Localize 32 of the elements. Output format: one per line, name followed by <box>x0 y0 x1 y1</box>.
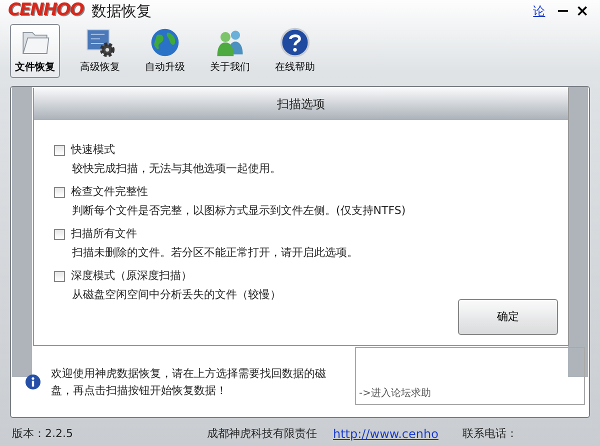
option-description: 扫描未删除的文件。若分区不能正常打开，请开启此选项。 <box>72 244 359 260</box>
minimize-button[interactable]: − <box>553 2 573 20</box>
welcome-message: 欢迎使用神虎数据恢复，请在上方选择需要找回数据的磁盘，再点击扫描按钮开始恢复数据！ <box>51 366 327 399</box>
toolbar-button[interactable]: 关于我们 <box>205 24 255 78</box>
option-label[interactable]: 检查文件完整性 <box>71 184 148 200</box>
app-logo: CENHOO <box>8 0 84 22</box>
phone-label: 联系电话： <box>462 426 518 442</box>
toolbar-button[interactable]: 在线帮助 <box>270 24 320 78</box>
checkbox[interactable] <box>54 228 65 240</box>
option-description: 判断每个文件是否完整，以图标方式显示到文件左侧。(仅支持NTFS) <box>72 202 407 218</box>
option-label[interactable]: 快速模式 <box>71 142 115 158</box>
toolbar-button[interactable]: 文件恢复 <box>10 24 60 78</box>
toolbar-button[interactable]: 高级恢复 <box>75 24 125 78</box>
option-description: 较快完成扫描，无法与其他选项一起使用。 <box>72 160 282 176</box>
version-label: 版本：2.2.5 <box>12 426 74 442</box>
toolbar-button[interactable]: 自动升级 <box>140 24 190 78</box>
option-label[interactable]: 深度模式（原深度扫描） <box>71 268 192 284</box>
website-link[interactable]: http://www.cenho <box>333 425 438 443</box>
help-icon <box>278 27 312 58</box>
dialog-title: 扫描选项 <box>34 88 568 120</box>
forum-link[interactable]: 论 <box>533 2 546 20</box>
close-button[interactable]: × <box>572 2 592 20</box>
checkbox[interactable] <box>54 186 65 198</box>
option-label[interactable]: 扫描所有文件 <box>71 226 137 242</box>
company-name: 成都神虎科技有限责任 <box>207 426 317 442</box>
option-description: 从磁盘空闲空间中分析丢失的文件（较慢） <box>72 286 282 302</box>
checkbox[interactable] <box>54 270 65 282</box>
window-title: 数据恢复 <box>91 0 152 22</box>
checkbox[interactable] <box>54 144 65 156</box>
forum-help-link[interactable]: ->进入论坛求助 <box>359 386 431 401</box>
ok-button[interactable]: 确定 <box>458 299 558 335</box>
info-icon <box>25 374 41 390</box>
